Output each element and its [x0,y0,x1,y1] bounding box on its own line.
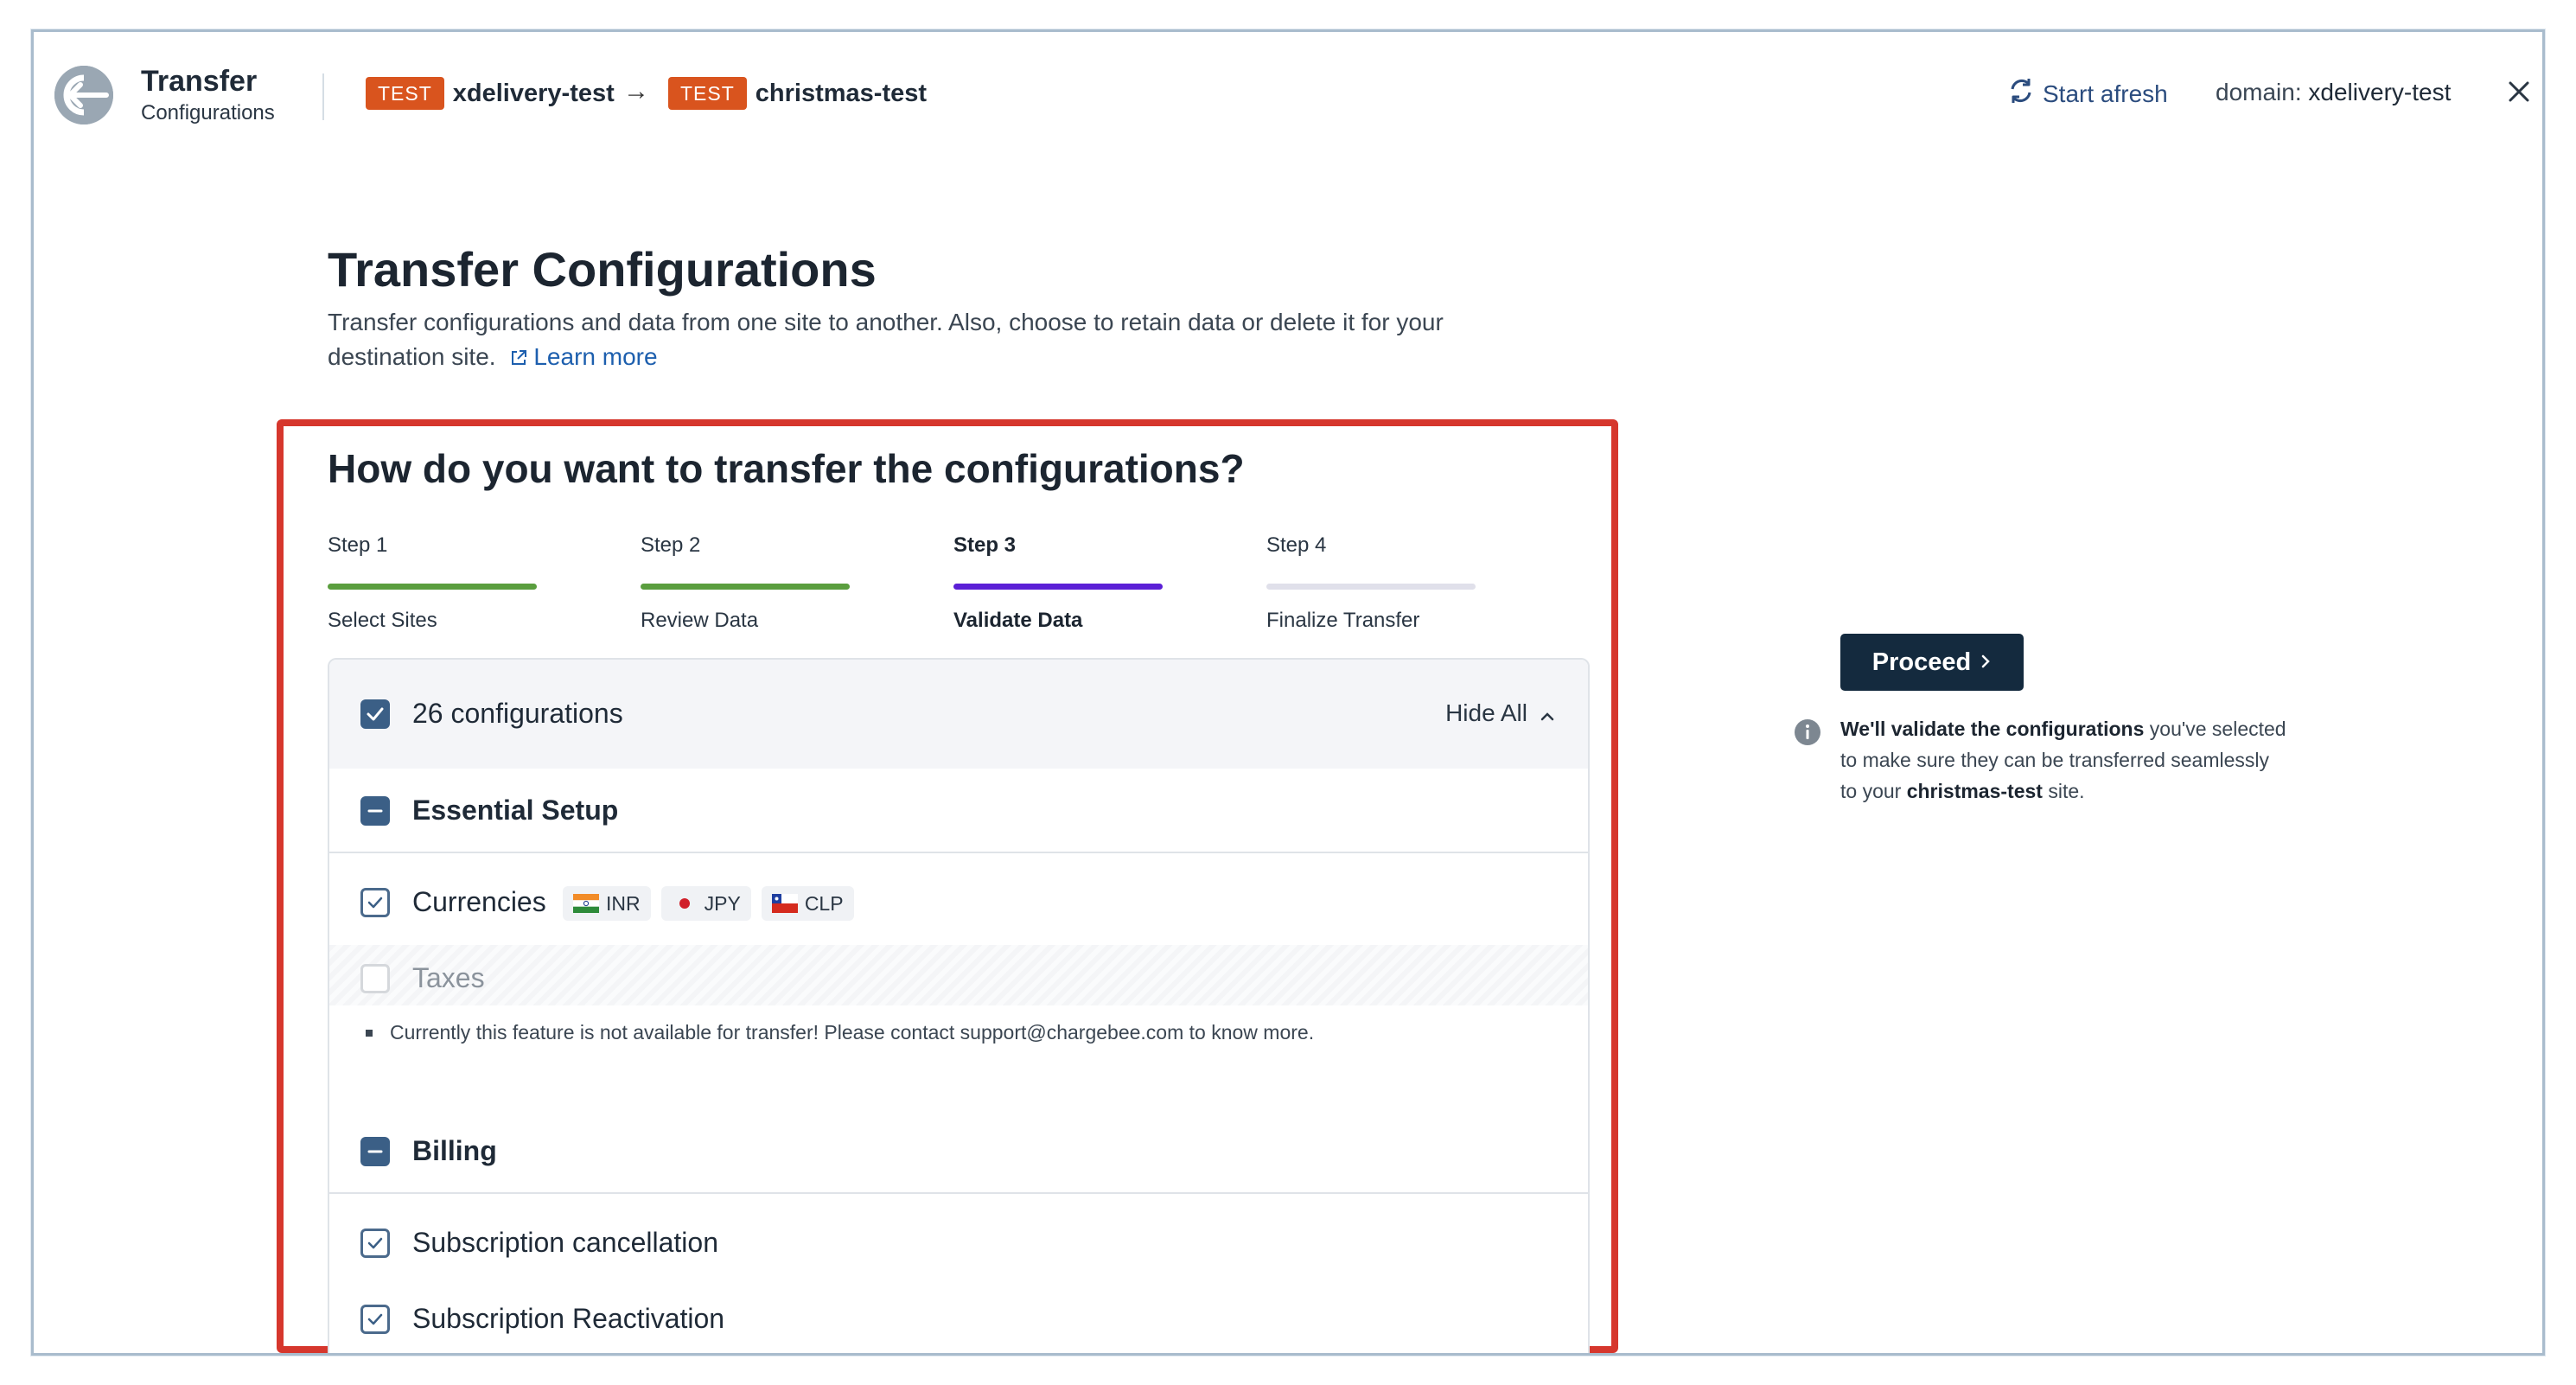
essential-setup-checkbox[interactable] [360,796,390,826]
domain-value: xdelivery-test [2308,79,2452,105]
subscription-reactivation-checkbox[interactable] [360,1305,390,1334]
configurations-count: 26 configurations [412,698,623,729]
section-title-essential-setup: Essential Setup [412,795,619,826]
step-label: Step 1 [328,533,388,557]
step-4: Step 4 Finalize Transfer [1266,533,1476,633]
top-bar: Transfer Configurations TEST xdelivery-t… [34,32,2542,162]
arrow-right-icon: → [623,77,649,105]
info-bold-2: christmas-test [1906,780,2043,802]
currencies-label: Currencies [412,886,546,917]
billing-checkbox[interactable] [360,1137,390,1166]
step-label: Step 4 [1266,533,1327,557]
stepper: Step 1 Select Sites Step 2 Review Data S… [328,533,1590,632]
app-window: Transfer Configurations TEST xdelivery-t… [31,29,2545,1356]
currency-chip-inr: INR [563,886,651,921]
header-divider [322,73,324,120]
step-name: Review Data [641,609,759,632]
currency-code: JPY [704,891,741,915]
chevron-right-icon [1980,648,1992,677]
step-progress-bar [1266,584,1476,590]
source-site-name: xdelivery-test [452,79,615,107]
india-flag-icon [573,894,599,913]
subscription-cancellation-label: Subscription cancellation [412,1227,718,1258]
transfer-logo-icon [54,66,113,124]
chile-flag-icon [771,894,798,913]
app-subtitle: Configurations [141,101,275,124]
step-progress-bar [328,584,537,590]
learn-more-link[interactable]: Learn more [533,343,657,370]
info-text: We'll validate the configurations you've… [1840,713,2290,807]
domain-indicator: domain: xdelivery-test [2216,79,2451,106]
step-3: Step 3 Validate Data [953,533,1163,633]
close-icon[interactable] [2504,77,2534,106]
currencies-checkbox[interactable] [360,888,390,917]
source-site: TEST xdelivery-test [366,76,615,111]
select-all-checkbox[interactable] [360,699,390,729]
step-1: Step 1 Select Sites [328,533,537,633]
step-name: Finalize Transfer [1266,609,1420,632]
taxes-checkbox [360,964,390,993]
section-title-billing: Billing [412,1135,497,1166]
proceed-label: Proceed [1871,648,1972,676]
step-name: Select Sites [328,609,437,632]
panel-header: 26 configurations Hide All [329,660,1588,769]
info-bold-1: We'll validate the configurations [1840,718,2145,740]
step-progress-bar [641,584,850,590]
chevron-up-icon [1540,699,1555,727]
hide-all-label: Hide All [1445,699,1527,726]
currency-list: INR JPY CLP [563,886,854,921]
external-link-icon [509,342,528,377]
info-icon [1794,718,1821,746]
destination-site: TEST christmas-test [668,76,927,111]
domain-label: domain: [2216,79,2302,105]
destination-site-name: christmas-test [755,79,928,107]
destination-env-badge: TEST [668,77,747,110]
taxes-label: Taxes [412,962,485,993]
subscription-cancellation-checkbox[interactable] [360,1229,390,1258]
source-env-badge: TEST [366,77,444,110]
info-text-2: site. [2042,780,2085,802]
wizard-question: How do you want to transfer the configur… [328,446,1245,491]
taxes-unavailable-note: Currently this feature is not available … [366,1021,1314,1044]
start-afresh-label: Start afresh [2043,80,2168,107]
divider [329,1192,1588,1194]
hide-all-button[interactable]: Hide All [1445,699,1555,727]
taxes-row-disabled [329,945,1588,1005]
subscription-reactivation-label: Subscription Reactivation [412,1303,725,1334]
currency-chip-jpy: JPY [660,886,751,921]
divider [329,852,1588,853]
currency-code: CLP [804,891,844,915]
configurations-panel: 26 configurations Hide All Essential Set… [328,658,1590,1353]
step-label: Step 3 [953,533,1017,557]
japan-flag-icon [671,894,698,913]
page-title: Transfer Configurations [328,242,877,297]
note-text: Currently this feature is not available … [390,1021,1315,1044]
step-name: Validate Data [953,609,1083,632]
page-description: Transfer configurations and data from on… [328,305,1555,377]
currency-chip-clp: CLP [761,886,854,921]
step-2: Step 2 Review Data [641,533,850,633]
refresh-icon [2008,76,2034,112]
app-title: Transfer [141,65,258,98]
step-label: Step 2 [641,533,701,557]
bullet-icon [366,1029,373,1037]
proceed-button[interactable]: Proceed [1840,634,2024,691]
start-afresh-button[interactable]: Start afresh [2008,76,2168,112]
step-progress-bar [953,584,1163,590]
currency-code: INR [606,891,641,915]
description-text: Transfer configurations and data from on… [328,309,1444,370]
